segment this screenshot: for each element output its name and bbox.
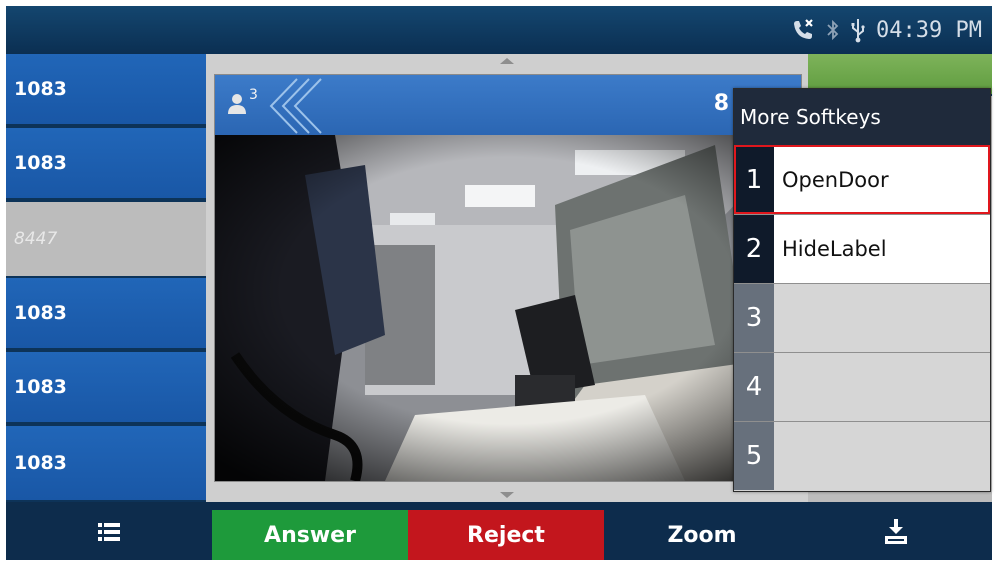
chevrons-left-icon xyxy=(263,77,333,139)
caller-number: 8 xyxy=(713,91,729,116)
option-number: 5 xyxy=(734,422,774,490)
zoom-button[interactable]: Zoom xyxy=(604,510,800,560)
line-key-label: 8447 xyxy=(14,229,58,249)
conference-indicator: 3 xyxy=(227,87,258,119)
bluetooth-icon xyxy=(826,18,840,42)
line-key-label: 1083 xyxy=(14,376,67,398)
scroll-down-icon[interactable] xyxy=(500,492,514,498)
option-number: 4 xyxy=(734,353,774,421)
list-icon xyxy=(98,522,120,548)
phone-screen: 04:39 PM 1083 1083 8447 1083 1083 1083 3… xyxy=(0,0,998,569)
call-header: 3 8 xyxy=(215,75,801,135)
line-key-label: 1083 xyxy=(14,152,67,174)
softkey-option-5[interactable]: 5 xyxy=(734,421,990,490)
line-key-1[interactable]: 1083 xyxy=(6,54,206,126)
line-key-6[interactable]: 1083 xyxy=(6,426,206,502)
option-label: OpenDoor xyxy=(782,168,889,192)
usb-icon xyxy=(850,17,866,43)
line-key-5[interactable]: 1083 xyxy=(6,352,206,424)
download-tray-icon xyxy=(885,519,907,551)
incoming-call-card: 3 8 xyxy=(214,74,802,482)
more-softkeys-button[interactable] xyxy=(800,510,992,560)
line-key-4[interactable]: 1083 xyxy=(6,278,206,350)
option-number: 1 xyxy=(734,146,774,214)
option-number: 2 xyxy=(734,215,774,283)
popup-title: More Softkeys xyxy=(734,89,990,145)
option-number: 3 xyxy=(734,284,774,352)
line-key-label: 1083 xyxy=(14,78,67,100)
scroll-up-icon[interactable] xyxy=(500,58,514,64)
softkey-option-4[interactable]: 4 xyxy=(734,352,990,421)
menu-button[interactable] xyxy=(6,510,212,560)
answer-button[interactable]: Answer xyxy=(212,510,408,560)
missed-call-icon xyxy=(790,18,816,42)
line-key-label: 1083 xyxy=(14,452,67,474)
line-keys-panel: 1083 1083 8447 1083 1083 1083 xyxy=(6,54,206,502)
status-bar: 04:39 PM xyxy=(6,6,992,54)
softkey-option-hidelabel[interactable]: 2 HideLabel xyxy=(734,214,990,283)
more-softkeys-popup: More Softkeys 1 OpenDoor 2 HideLabel 3 4… xyxy=(733,88,991,492)
option-label: HideLabel xyxy=(782,237,887,261)
line-key-label: 1083 xyxy=(14,302,67,324)
softkey-bar: Answer Reject Zoom xyxy=(6,502,992,560)
call-area: 3 8 xyxy=(206,54,808,502)
line-key-2[interactable]: 1083 xyxy=(6,128,206,200)
conference-count: 3 xyxy=(249,87,258,103)
line-key-3[interactable]: 8447 xyxy=(6,202,206,278)
softkey-option-3[interactable]: 3 xyxy=(734,283,990,352)
door-camera-video xyxy=(215,135,801,481)
softkey-option-opendoor[interactable]: 1 OpenDoor xyxy=(734,145,990,214)
person-icon xyxy=(227,93,247,119)
clock: 04:39 PM xyxy=(876,17,982,43)
reject-button[interactable]: Reject xyxy=(408,510,604,560)
